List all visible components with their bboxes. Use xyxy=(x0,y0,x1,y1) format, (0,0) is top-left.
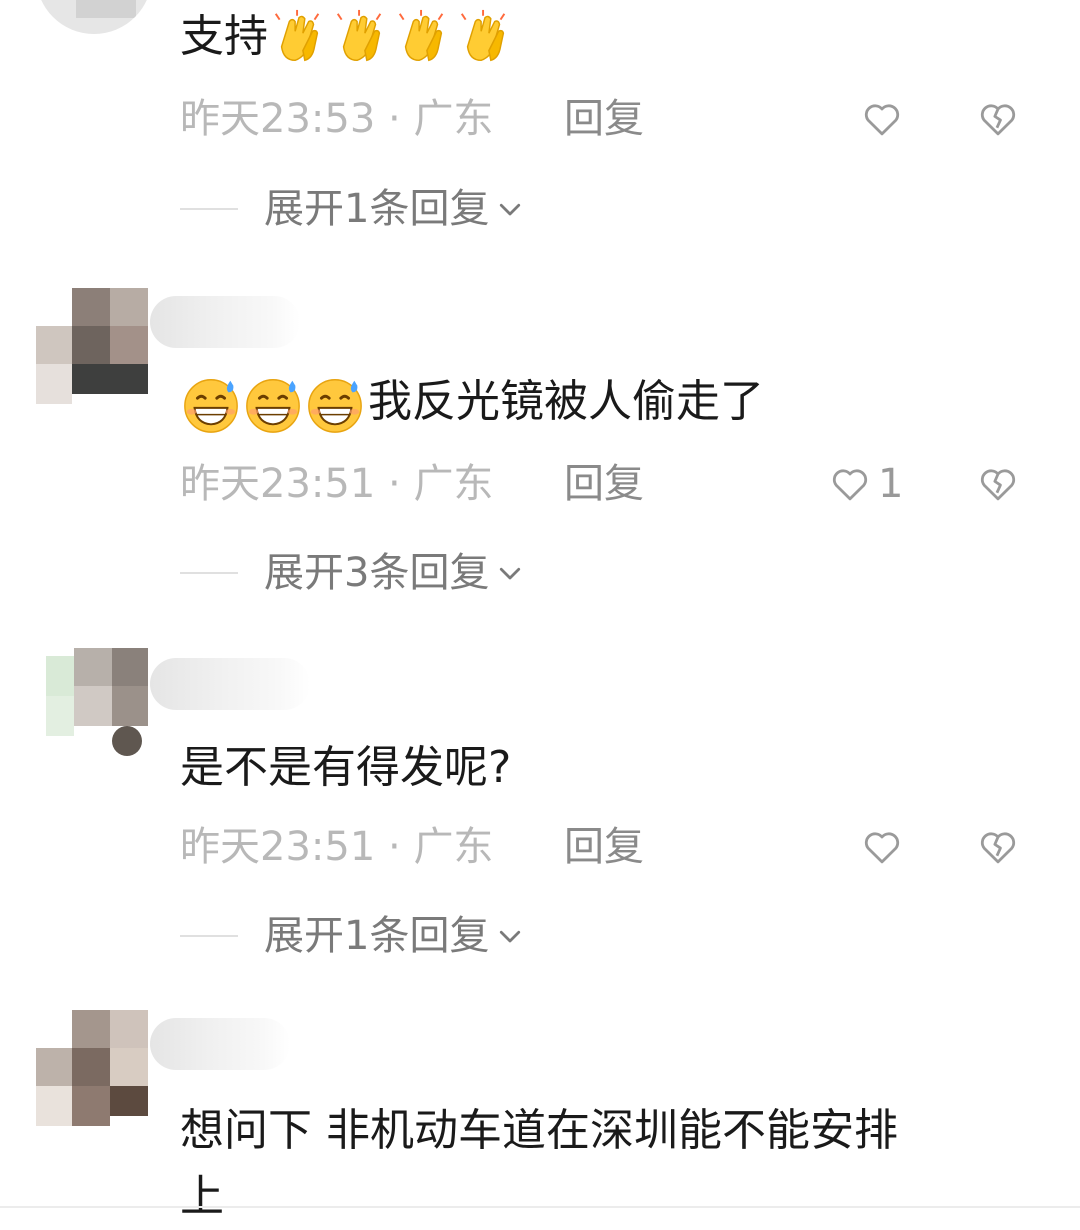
chevron-down-icon xyxy=(500,567,521,580)
expand-replies-label: 展开1条回复 xyxy=(264,186,490,232)
comment-time: 昨天23:51 xyxy=(180,824,376,870)
expand-replies-button[interactable]: 展开1条回复 xyxy=(180,184,525,234)
meta-separator: · xyxy=(375,824,414,870)
clapping-hands-icon xyxy=(336,9,382,62)
grinning-sweat-icon xyxy=(246,379,300,433)
comment-time: 昨天23:51 xyxy=(180,461,376,507)
username-blurred[interactable] xyxy=(150,1018,290,1070)
comment-text-body: 是不是有得发呢? xyxy=(180,742,512,793)
grinning-sweat-icon xyxy=(184,379,238,433)
comment-text: 是不是有得发呢? xyxy=(180,737,1040,799)
heart-icon xyxy=(864,104,900,136)
avatar[interactable] xyxy=(36,1010,152,1126)
comment-location: 广东 xyxy=(413,96,494,142)
chevron-down-icon xyxy=(500,203,521,216)
clapping-hands-icon xyxy=(460,9,506,62)
dislike-button[interactable] xyxy=(976,822,1020,872)
grinning-sweat-icon xyxy=(308,379,362,433)
reply-button[interactable]: 回复 xyxy=(564,822,644,872)
like-button[interactable]: 1 xyxy=(828,459,903,509)
chevron-down-icon xyxy=(500,930,521,943)
comment-location: 广东 xyxy=(413,461,494,507)
comment-text: 支持 xyxy=(180,6,1040,70)
like-count: 1 xyxy=(878,461,904,507)
expand-replies-label: 展开1条回复 xyxy=(264,913,490,959)
divider-line xyxy=(180,572,238,574)
divider-line xyxy=(180,935,238,937)
emoji-group xyxy=(268,8,516,70)
comment-text-line2: 上 xyxy=(180,1171,224,1222)
broken-heart-icon xyxy=(980,469,1016,501)
avatar[interactable] xyxy=(36,288,152,404)
avatar[interactable] xyxy=(36,648,152,764)
comment-location: 广东 xyxy=(413,824,494,870)
username-blurred[interactable] xyxy=(150,296,300,348)
comment-time: 昨天23:53 xyxy=(180,96,376,142)
like-button[interactable] xyxy=(860,94,910,144)
clapping-hands-icon xyxy=(274,9,320,62)
comment-meta: 昨天23:51 · 广东 xyxy=(180,459,493,509)
dislike-button[interactable] xyxy=(976,94,1020,144)
expand-replies-button[interactable]: 展开1条回复 xyxy=(180,911,525,961)
expand-replies-button[interactable]: 展开3条回复 xyxy=(180,548,525,598)
reply-button[interactable]: 回复 xyxy=(564,459,644,509)
comment-text: 想问下 非机动车道在深圳能不能安排 上 xyxy=(180,1098,1040,1230)
username-blurred[interactable] xyxy=(150,658,310,710)
like-button[interactable] xyxy=(860,822,910,872)
meta-separator: · xyxy=(375,96,414,142)
divider-line xyxy=(180,208,238,210)
emoji-group xyxy=(180,373,366,435)
heart-icon xyxy=(864,832,900,864)
reply-button[interactable]: 回复 xyxy=(564,94,644,144)
meta-separator: · xyxy=(375,461,414,507)
comment-text: 我反光镜被人偷走了 xyxy=(180,371,1040,435)
expand-replies-label: 展开3条回复 xyxy=(264,550,490,596)
dislike-button[interactable] xyxy=(976,459,1020,509)
broken-heart-icon xyxy=(980,832,1016,864)
comment-text-body: 支持 xyxy=(180,11,268,62)
comment-text-body: 想问下 非机动车道在深圳能不能安排 xyxy=(180,1105,898,1156)
comment-meta: 昨天23:51 · 广东 xyxy=(180,822,493,872)
broken-heart-icon xyxy=(980,104,1016,136)
comment-meta: 昨天23:53 · 广东 xyxy=(180,94,493,144)
comment-text-body: 我反光镜被人偷走了 xyxy=(368,376,764,427)
clapping-hands-icon xyxy=(398,9,444,62)
heart-icon xyxy=(832,469,868,501)
avatar[interactable] xyxy=(36,0,152,34)
divider-line xyxy=(0,1206,1080,1208)
